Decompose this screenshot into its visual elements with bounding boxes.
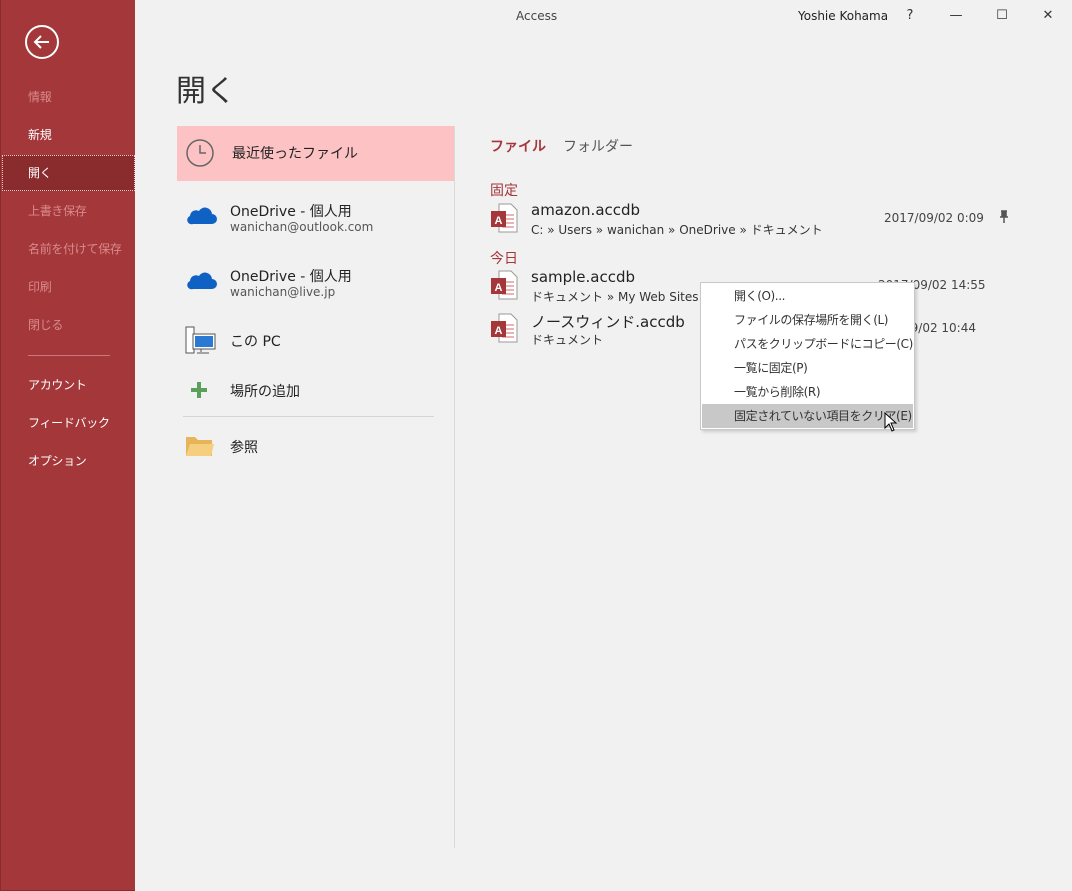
group-pinned: 固定	[490, 183, 518, 199]
user-name[interactable]: Yoshie Kohama	[798, 9, 888, 23]
svg-text:A: A	[495, 325, 503, 337]
nav-account[interactable]: アカウント	[2, 367, 135, 403]
close-button[interactable]: ✕	[1033, 4, 1063, 28]
clock-icon	[186, 139, 214, 167]
nav-save-as: 名前を付けて保存	[28, 242, 122, 256]
group-today: 今日	[490, 251, 518, 267]
file-path: C: » Users » wanichan » OneDrive » ドキュメン…	[531, 223, 823, 237]
location-add-place[interactable]: 場所の追加	[177, 370, 454, 410]
onedrive-icon	[187, 272, 217, 290]
app-title: Access	[516, 9, 558, 23]
svg-text:A: A	[495, 215, 503, 227]
plus-icon	[191, 382, 207, 398]
location-browse[interactable]: 参照	[177, 424, 454, 468]
file-path: ドキュメント » My Web Sites » w	[531, 290, 724, 304]
menu-item-clear-unpinned[interactable]: 固定されていない項目をクリア(E)	[702, 404, 913, 428]
location-this-pc[interactable]: この PC	[177, 318, 454, 362]
pc-icon	[185, 326, 216, 354]
location-onedrive-outlook[interactable]: OneDrive - 個人用 wanichan@outlook.com	[177, 190, 454, 244]
context-menu: 開く(O)... ファイルの保存場所を開く(L) パスをクリップボードにコピー(…	[700, 282, 915, 430]
menu-item-remove[interactable]: 一覧から削除(R)	[702, 380, 913, 404]
location-label: 場所の追加	[230, 384, 300, 400]
backstage-sidebar: 情報 新規 開く 上書き保存 名前を付けて保存 印刷 閉じる アカウント フィー…	[0, 0, 135, 891]
nav-info: 情報	[28, 90, 52, 104]
menu-item-pin[interactable]: 一覧に固定(P)	[702, 356, 913, 380]
access-file-icon: A	[491, 270, 518, 300]
file-name: amazon.accdb	[531, 201, 641, 219]
location-label: OneDrive - 個人用	[230, 204, 352, 220]
menu-item-open[interactable]: 開く(O)...	[702, 284, 913, 308]
help-button[interactable]: ?	[895, 4, 925, 28]
location-divider	[183, 416, 434, 417]
access-file-icon: A	[491, 313, 518, 343]
nav-print: 印刷	[28, 280, 52, 294]
nav-save: 上書き保存	[28, 204, 87, 218]
menu-item-open-location[interactable]: ファイルの保存場所を開く(L)	[702, 308, 913, 332]
minimize-button[interactable]: —	[941, 4, 971, 28]
nav-options[interactable]: オプション	[2, 443, 135, 479]
tab-folders[interactable]: フォルダー	[563, 136, 633, 156]
pin-icon[interactable]	[998, 210, 1010, 224]
file-name: sample.accdb	[531, 268, 636, 286]
maximize-button[interactable]: ☐	[987, 4, 1017, 28]
tab-files[interactable]: ファイル	[490, 136, 546, 156]
location-label: この PC	[230, 334, 281, 350]
onedrive-icon	[187, 207, 217, 225]
file-path: ドキュメント	[531, 333, 604, 347]
menu-item-copy-path[interactable]: パスをクリップボードにコピー(C)	[702, 332, 913, 356]
location-account: wanichan@live.jp	[230, 285, 336, 299]
page-title: 開く	[176, 74, 236, 109]
location-label: 最近使ったファイル	[232, 146, 358, 162]
arrow-left-icon	[33, 35, 49, 49]
nav-divider	[28, 355, 110, 356]
nav-close: 閉じる	[28, 318, 64, 332]
file-date: 2017/09/02 0:09	[884, 211, 984, 225]
location-onedrive-live[interactable]: OneDrive - 個人用 wanichan@live.jp	[177, 255, 454, 309]
back-button[interactable]	[25, 25, 59, 59]
file-name: ノースウィンド.accdb	[531, 313, 685, 331]
mouse-cursor-icon	[884, 412, 898, 432]
column-divider	[454, 126, 455, 848]
nav-open[interactable]: 開く	[2, 155, 135, 191]
access-file-icon: A	[491, 203, 518, 233]
nav-new[interactable]: 新規	[2, 117, 135, 153]
location-recent[interactable]: 最近使ったファイル	[177, 126, 454, 181]
location-label: 参照	[230, 440, 258, 456]
folder-icon	[186, 437, 214, 456]
location-label: OneDrive - 個人用	[230, 269, 352, 285]
nav-feedback[interactable]: フィードバック	[2, 405, 135, 441]
svg-text:A: A	[495, 282, 503, 294]
location-account: wanichan@outlook.com	[230, 220, 374, 234]
